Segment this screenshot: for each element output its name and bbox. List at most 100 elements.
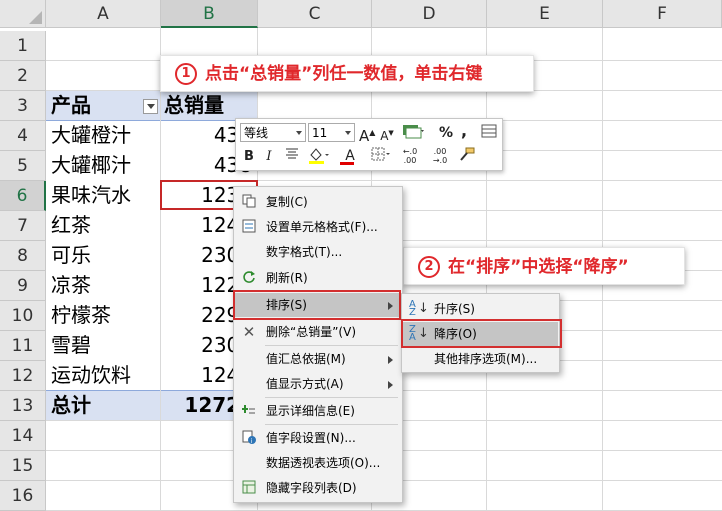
column-header-d[interactable]: D — [372, 0, 487, 28]
font-name-dropdown[interactable]: 等线 — [240, 123, 306, 142]
menu-label: 值汇总依据(M) — [266, 352, 346, 366]
font-size-dropdown[interactable]: 11 — [308, 123, 355, 142]
menu-separator — [265, 345, 398, 346]
show-detail-icon — [241, 403, 257, 419]
menu-item-number-format[interactable]: 数字格式(T)... — [235, 240, 401, 264]
fill-color-button[interactable] — [306, 146, 330, 166]
product-cell[interactable]: 雪碧 — [51, 330, 159, 360]
field-list-icon — [241, 480, 257, 496]
sort-ascending-icon: A Z ↓ — [409, 299, 429, 318]
instruction-callout-2: 2 在“排序”中选择“降序” — [403, 247, 685, 285]
borders-icon — [371, 147, 390, 161]
menu-item-value-field-settings[interactable]: i 值字段设置(N)... — [235, 426, 401, 450]
column-header-c[interactable]: C — [258, 0, 372, 28]
menu-label: 显示详细信息(E) — [266, 404, 355, 418]
percent-style-button[interactable]: % — [438, 123, 454, 143]
format-painter-button[interactable] — [456, 147, 476, 167]
row-header[interactable]: 7 — [0, 211, 46, 241]
menu-label: 数据透视表选项(O)... — [266, 456, 381, 470]
descending-highlight-box — [401, 319, 562, 348]
comma-style-button[interactable]: , — [458, 121, 470, 141]
product-cell[interactable]: 果味汽水 — [51, 180, 159, 210]
menu-label: 数字格式(T)... — [266, 245, 343, 259]
spreadsheet[interactable]: A B C D E F 1 2 3 4 5 6 7 8 9 10 11 12 1… — [0, 0, 722, 511]
submenu-arrow-icon — [388, 356, 393, 364]
font-color-button[interactable]: A — [338, 146, 362, 166]
format-table-button[interactable] — [480, 123, 498, 143]
shrink-font-button[interactable]: A▼ — [379, 123, 395, 143]
product-cell[interactable]: 大罐橙汁 — [51, 120, 159, 150]
menu-label: 其他排序选项(M)... — [434, 352, 538, 366]
row-header[interactable]: 16 — [0, 481, 46, 511]
row-header[interactable]: 11 — [0, 331, 46, 361]
row-header[interactable]: 5 — [0, 151, 46, 181]
menu-item-refresh[interactable]: 刷新(R) — [235, 266, 401, 290]
row-header[interactable]: 15 — [0, 451, 46, 481]
menu-label: 刷新(R) — [266, 271, 308, 285]
row-header[interactable]: 9 — [0, 271, 46, 301]
column-header-a[interactable]: A — [46, 0, 161, 28]
field-settings-icon: i — [241, 430, 257, 446]
borders-button[interactable] — [370, 147, 392, 167]
sort-highlight-box — [233, 290, 401, 320]
menu-label: 复制(C) — [266, 195, 308, 209]
increase-decimal-button[interactable]: ←.0 .00 — [398, 147, 422, 167]
number-format-button[interactable] — [400, 122, 426, 142]
filter-dropdown-icon[interactable] — [143, 99, 158, 114]
column-header-b[interactable]: B — [161, 0, 258, 28]
product-cell[interactable]: 大罐椰汁 — [51, 150, 159, 180]
menu-item-hide-field-list[interactable]: 隐藏字段列表(D) — [235, 476, 401, 500]
step-number-badge: 2 — [418, 256, 440, 278]
menu-item-remove-field[interactable]: ✕ 删除“总销量”(V) — [235, 320, 401, 344]
pivot-header-sales[interactable]: 总销量 — [164, 90, 258, 120]
menu-separator — [265, 397, 398, 398]
menu-label: 删除“总销量”(V) — [266, 325, 357, 339]
row-header[interactable]: 4 — [0, 121, 46, 151]
grow-font-letter: A — [359, 127, 370, 145]
column-header-e[interactable]: E — [487, 0, 603, 28]
row-header[interactable]: 13 — [0, 391, 46, 421]
row-header[interactable]: 8 — [0, 241, 46, 271]
align-center-icon — [286, 148, 298, 159]
row-header[interactable]: 12 — [0, 361, 46, 391]
italic-button[interactable]: I — [262, 147, 276, 167]
font-size-value: 11 — [312, 126, 328, 140]
format-cells-icon — [241, 219, 257, 235]
product-cell[interactable]: 可乐 — [51, 240, 159, 270]
total-label[interactable]: 总计 — [51, 390, 159, 420]
row-header[interactable]: 2 — [0, 61, 46, 91]
fill-color-icon — [309, 148, 329, 164]
product-cell[interactable]: 凉茶 — [51, 270, 159, 300]
submenu-arrow-icon — [388, 381, 393, 389]
select-all-corner[interactable] — [0, 0, 46, 28]
grow-font-button[interactable]: A▲ — [359, 123, 375, 145]
align-center-button[interactable] — [282, 147, 302, 167]
menu-separator — [265, 424, 398, 425]
instruction-callout-1: 1 点击“总销量”列任一数值，单击右键 — [160, 55, 534, 92]
table-format-icon — [481, 124, 497, 138]
row-header[interactable]: 3 — [0, 91, 46, 121]
pivot-header-product[interactable]: 产品 — [51, 90, 141, 120]
menu-item-more-sort-options[interactable]: 其他排序选项(M)... — [403, 347, 558, 371]
menu-item-pivot-options[interactable]: 数据透视表选项(O)... — [235, 451, 401, 475]
product-cell[interactable]: 红茶 — [51, 210, 159, 240]
row-header[interactable]: 10 — [0, 301, 46, 331]
menu-label: 设置单元格格式(F)... — [266, 220, 378, 234]
menu-label: 隐藏字段列表(D) — [266, 481, 357, 495]
menu-item-format-cells[interactable]: 设置单元格格式(F)... — [235, 215, 401, 239]
column-header-f[interactable]: F — [603, 0, 722, 28]
row-header[interactable]: 6 — [0, 181, 46, 211]
menu-item-show-values-as[interactable]: 值显示方式(A) — [235, 372, 401, 396]
row-header[interactable]: 14 — [0, 421, 46, 451]
row-header[interactable]: 1 — [0, 31, 46, 61]
bold-button[interactable]: B — [242, 147, 256, 167]
menu-item-show-details[interactable]: 显示详细信息(E) — [235, 399, 401, 423]
product-cell[interactable]: 柠檬茶 — [51, 300, 159, 330]
menu-item-copy[interactable]: 复制(C) — [235, 190, 401, 214]
product-cell[interactable]: 运动饮料 — [51, 360, 159, 390]
decrease-decimal-button[interactable]: .00 →.0 — [428, 147, 452, 167]
menu-label: 值显示方式(A) — [266, 377, 344, 391]
menu-item-sort-ascending[interactable]: A Z ↓ 升序(S) — [403, 297, 558, 321]
menu-item-summarize-by[interactable]: 值汇总依据(M) — [235, 347, 401, 371]
instruction-text: 在“排序”中选择“降序” — [448, 257, 629, 277]
